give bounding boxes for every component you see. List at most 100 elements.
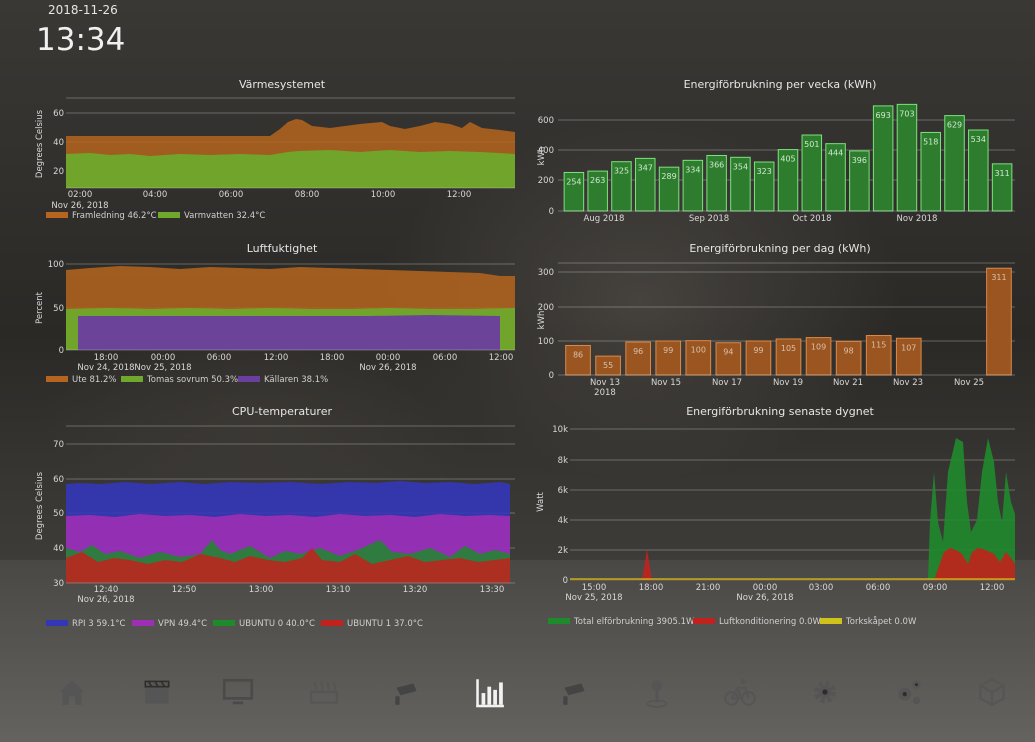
bar-label: 99 — [663, 346, 673, 355]
y-axis-label: kWh — [537, 147, 547, 166]
x-tick: 06:00 — [219, 190, 244, 200]
heating-series — [66, 119, 515, 188]
legend: Total elförbrukning 3905.1W Luftkonditio… — [548, 616, 917, 627]
chart-title: Luftfuktighet — [247, 242, 318, 255]
bar-label: 55 — [603, 361, 613, 370]
legend: RPI 3 59.1°C VPN 49.4°C UBUNTU 0 40.0°C … — [46, 619, 423, 629]
legend-item: Framledning 46.2°C — [72, 211, 157, 221]
nav-tv[interactable] — [218, 672, 258, 712]
bar-label: 693 — [876, 111, 891, 120]
legend: Framledning 46.2°C Varmvatten 32.4°C — [46, 211, 265, 221]
bar-label: 98 — [844, 346, 854, 355]
y-tick: 60 — [53, 109, 64, 119]
bar-label: 263 — [590, 176, 605, 185]
gears-icon — [898, 680, 921, 705]
y-tick: 4k — [558, 516, 568, 526]
x-tick: Nov 13 — [590, 378, 620, 388]
nav-home[interactable] — [52, 672, 92, 712]
varmvatten-area — [66, 150, 515, 188]
x-tick: 12:50 — [172, 585, 197, 595]
x-tick: 13:00 — [249, 585, 274, 595]
legend: Ute 81.2% Tomas sovrum 50.3% Källaren 38… — [46, 375, 328, 385]
x-tick: 04:00 — [143, 190, 168, 200]
legend-item: UBUNTU 0 40.0°C — [239, 619, 315, 629]
x-tick: 02:00 — [68, 190, 93, 200]
bar — [986, 267, 1012, 376]
humidity-series — [66, 266, 515, 350]
x-tick: 03:00 — [809, 583, 834, 593]
bar-label: 254 — [566, 177, 581, 186]
y-tick: 30 — [53, 579, 64, 589]
bar — [872, 105, 894, 212]
bicycle-icon — [724, 678, 756, 706]
y-axis-label: Degrees Celsius — [35, 109, 45, 178]
monitor-icon — [222, 678, 254, 705]
nav-bicycle[interactable] — [720, 672, 760, 712]
nav-3d[interactable] — [972, 672, 1012, 712]
bar-label: 518 — [923, 137, 938, 146]
y-tick: 50 — [53, 509, 64, 519]
y-axis-label: Percent — [35, 291, 45, 324]
x-tick: 10:00 — [371, 190, 396, 200]
bar-label: 289 — [661, 172, 676, 181]
security-camera-icon — [395, 683, 417, 705]
nav-camera[interactable] — [387, 672, 427, 712]
x-tick: 18:00 — [639, 583, 664, 593]
nav-advanced-settings[interactable] — [889, 672, 929, 712]
x-date: Nov 26, 2018 — [736, 593, 793, 603]
gear-icon — [813, 680, 837, 704]
bar-label: 405 — [780, 155, 795, 164]
legend-item: VPN 49.4°C — [158, 619, 207, 629]
y-tick: 2k — [558, 546, 568, 556]
x-tick: Nov 2018 — [897, 214, 938, 224]
nav-camera-2[interactable] — [555, 672, 595, 712]
x-tick: 06:00 — [866, 583, 891, 593]
bar-label: 105 — [781, 344, 796, 353]
nav-media[interactable] — [137, 672, 177, 712]
nav-settings[interactable] — [805, 672, 845, 712]
power-chart: Energiförbrukning senaste dygnet 10k 8k … — [536, 405, 1015, 627]
y-tick: 20 — [53, 167, 64, 177]
chart-title: CPU-temperaturer — [232, 405, 332, 418]
x-tick: 00:00 — [151, 353, 176, 363]
bar-label: 94 — [723, 348, 733, 357]
x-tick: 12:00 — [447, 190, 472, 200]
y-tick: 6k — [558, 486, 568, 496]
legend-item: Total elförbrukning 3905.1W — [573, 617, 695, 627]
y-tick: 70 — [53, 440, 64, 450]
chart-title: Energiförbrukning per vecka (kWh) — [684, 78, 877, 91]
kallaren-area — [78, 315, 500, 350]
x-tick: 06:00 — [207, 353, 232, 363]
x-tick: Aug 2018 — [584, 214, 625, 224]
luftkonditionering-area — [642, 548, 1015, 580]
x-tick: Nov 17 — [712, 378, 742, 388]
x-tick: Sep 2018 — [689, 214, 729, 224]
bar-chart-icon — [476, 679, 504, 708]
legend-item: RPI 3 59.1°C — [72, 619, 126, 629]
humidity-chart: Luftfuktighet 100 50 0 18:00 00:00 06:00… — [35, 242, 515, 385]
nav-statistics[interactable] — [469, 672, 509, 712]
x-date: 2018 — [594, 388, 616, 398]
bar-label: 354 — [733, 162, 748, 171]
x-tick: Nov 23 — [893, 378, 923, 388]
bar-label: 86 — [573, 350, 583, 359]
y-tick: 0 — [549, 371, 554, 381]
x-tick: 12:00 — [264, 353, 289, 363]
chart-title: Energiförbrukning per dag (kWh) — [689, 242, 870, 255]
clock: 13:34 — [36, 22, 126, 58]
weekly-energy-chart: Energiförbrukning per vecka (kWh) 254 263… — [537, 78, 1015, 224]
legend-item: Torkskåpet 0.0W — [845, 616, 917, 627]
x-tick: Nov 19 — [773, 378, 803, 388]
x-tick: 12:40 — [94, 585, 119, 595]
legend-item: UBUNTU 1 37.0°C — [347, 619, 423, 629]
nav-heating[interactable] — [304, 672, 344, 712]
cpu-chart: CPU-temperaturer 70 60 50 40 30 12:40 12… — [35, 405, 515, 629]
date-display: 2018-11-26 — [48, 3, 118, 17]
y-tick: 8k — [558, 456, 568, 466]
y-tick: 60 — [53, 475, 64, 485]
legend-item: Varmvatten 32.4°C — [184, 211, 265, 221]
y-tick: 40 — [53, 544, 64, 554]
nav-location[interactable] — [637, 672, 677, 712]
security-camera-icon-2 — [563, 683, 585, 705]
bar-label: 99 — [753, 346, 763, 355]
